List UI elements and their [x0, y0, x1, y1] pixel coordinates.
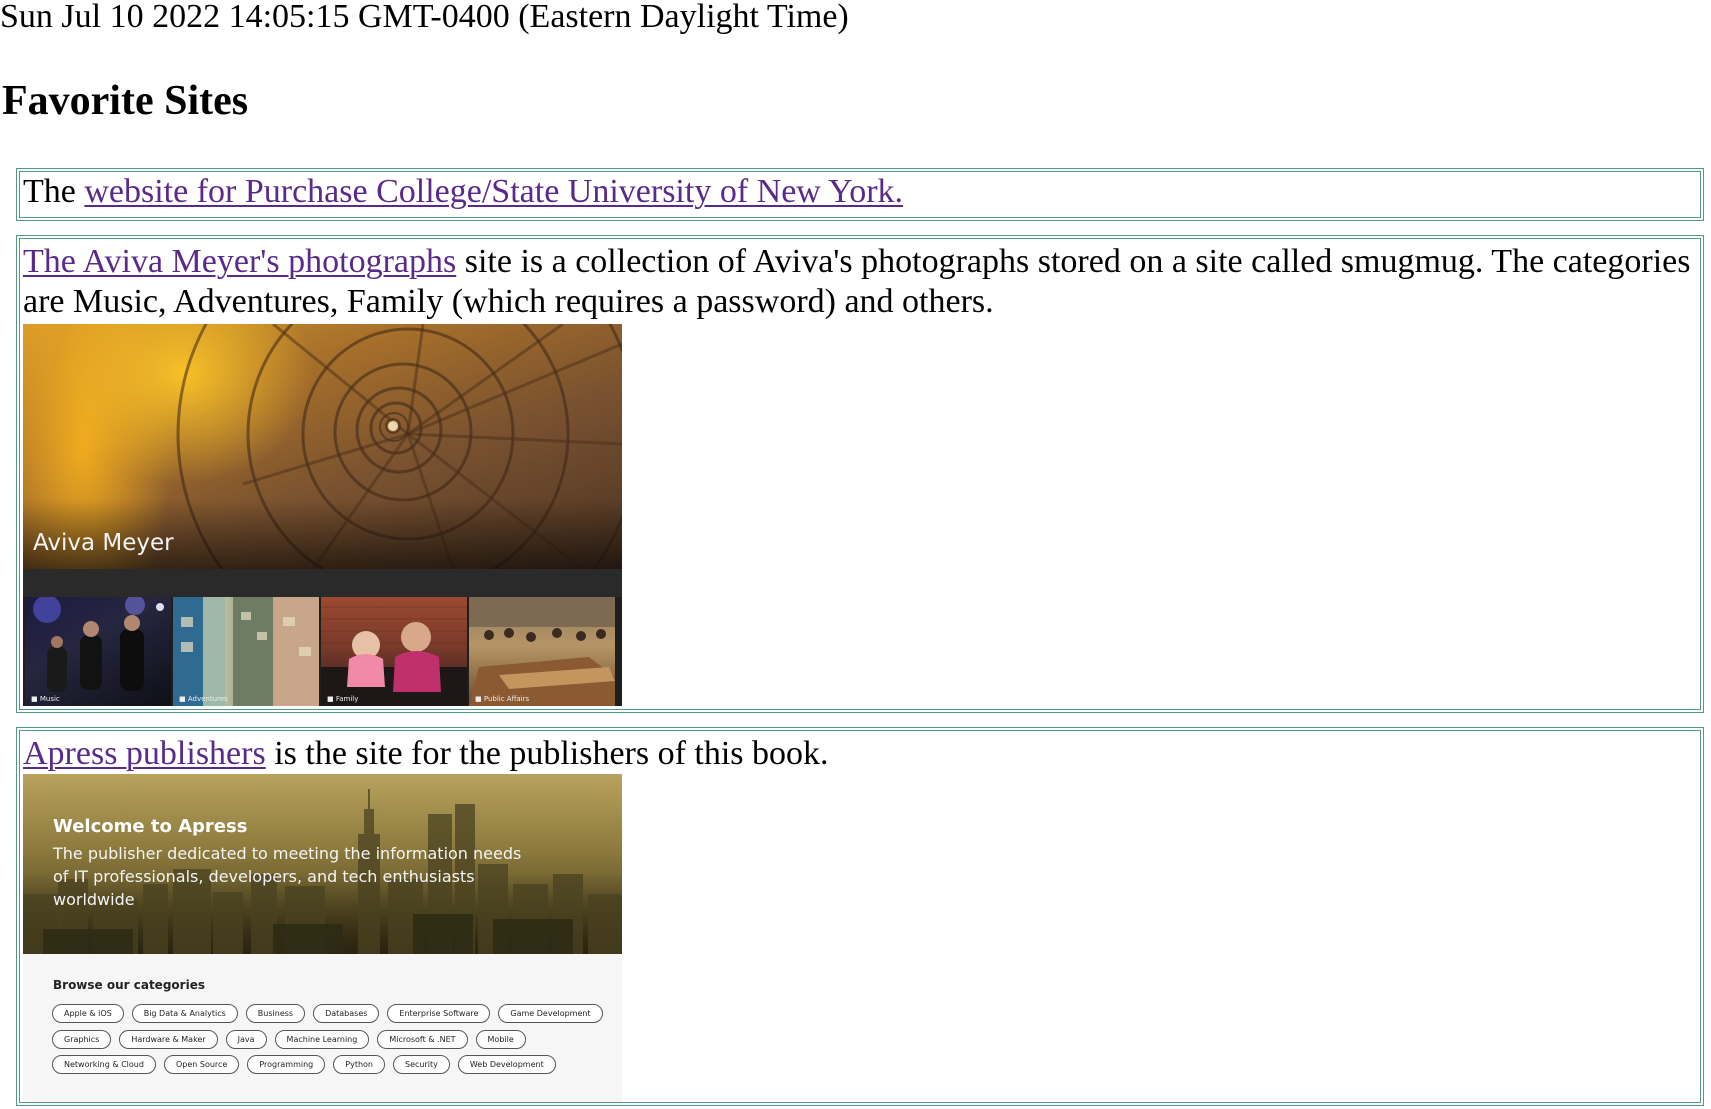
- description-prefix: The: [23, 173, 85, 210]
- aviva-meyer-site-screenshot: Aviva Meyer ■ Music ■ Adventures ■ Famil…: [23, 324, 622, 706]
- category-chip[interactable]: Enterprise Software: [387, 1004, 491, 1023]
- description-suffix: is the site for the publishers of this b…: [265, 735, 829, 772]
- category-chip[interactable]: Databases: [313, 1004, 380, 1023]
- category-row: Graphics Hardware & Maker Java Machine L…: [52, 1030, 526, 1049]
- apress-publishers-link[interactable]: Apress publishers: [23, 735, 266, 772]
- gallery-thumb-music[interactable]: ■ Music: [25, 597, 171, 706]
- category-chip[interactable]: Graphics: [52, 1030, 112, 1049]
- adventures-photo: [173, 597, 319, 706]
- page-title: Favorite Sites: [2, 78, 249, 124]
- gallery-thumb-family[interactable]: ■ Family: [321, 597, 467, 706]
- spiral-staircase-photo: Aviva Meyer: [23, 324, 622, 569]
- category-chip[interactable]: Microsoft & .NET: [377, 1030, 468, 1049]
- category-chip[interactable]: Python: [333, 1055, 385, 1074]
- site-description: The website for Purchase College/State U…: [23, 172, 1695, 212]
- public-affairs-photo: [469, 597, 615, 706]
- music-photo: [33, 597, 164, 692]
- gallery-thumb-public-affairs[interactable]: ■ Public Affairs: [469, 597, 615, 706]
- date-time-stamp: Sun Jul 10 2022 14:05:15 GMT-0400 (Easte…: [0, 0, 849, 35]
- category-chip[interactable]: Machine Learning: [274, 1030, 370, 1049]
- apress-welcome-heading: Welcome to Apress: [53, 816, 248, 837]
- apress-tagline: The publisher dedicated to meeting the i…: [53, 844, 522, 909]
- category-chip[interactable]: Hardware & Maker: [119, 1030, 218, 1049]
- category-chip[interactable]: Game Development: [498, 1004, 603, 1023]
- aviva-meyer-hero-label: Aviva Meyer: [33, 530, 174, 556]
- category-row: Apple & iOS Big Data & Analytics Busines…: [52, 1004, 603, 1023]
- family-photo: [321, 606, 467, 706]
- gallery-thumb-adventures[interactable]: ■ Adventures: [173, 597, 319, 706]
- site-entry-purchase-college: The website for Purchase College/State U…: [16, 168, 1704, 221]
- gallery-label-music: ■ Music: [31, 695, 60, 703]
- browse-categories-heading: Browse our categories: [53, 978, 205, 992]
- category-chip[interactable]: Mobile: [475, 1030, 526, 1049]
- gallery-label-adventures: ■ Adventures: [179, 695, 228, 703]
- purchase-college-link[interactable]: website for Purchase College/State Unive…: [84, 173, 903, 210]
- site-description: The Aviva Meyer's photographs site is a …: [23, 242, 1695, 322]
- site-entry-apress: Apress publishers is the site for the pu…: [16, 727, 1704, 1106]
- category-chip[interactable]: Open Source: [163, 1055, 240, 1074]
- category-row: Networking & Cloud Open Source Programmi…: [52, 1055, 556, 1074]
- gallery-label-family: ■ Family: [327, 695, 359, 703]
- category-chip[interactable]: Big Data & Analytics: [131, 1004, 238, 1023]
- aviva-meyer-photographs-link[interactable]: The Aviva Meyer's photographs: [23, 243, 456, 280]
- site-description: Apress publishers is the site for the pu…: [23, 734, 1695, 774]
- category-chip[interactable]: Business: [245, 1004, 306, 1023]
- site-entry-aviva-meyer: The Aviva Meyer's photographs site is a …: [16, 235, 1704, 713]
- category-chip[interactable]: Networking & Cloud: [52, 1055, 156, 1074]
- apress-site-screenshot: Welcome to Apress The publisher dedicate…: [23, 774, 622, 1102]
- city-skyline-banner: Welcome to Apress The publisher dedicate…: [23, 774, 622, 954]
- category-chip[interactable]: Programming: [247, 1055, 326, 1074]
- gallery-label-public-affairs: ■ Public Affairs: [475, 695, 530, 703]
- category-chip[interactable]: Web Development: [457, 1055, 556, 1074]
- category-chip[interactable]: Java: [225, 1030, 267, 1049]
- gallery-band: [23, 569, 622, 597]
- category-chip[interactable]: Apple & iOS: [52, 1004, 124, 1023]
- category-chip[interactable]: Security: [393, 1055, 450, 1074]
